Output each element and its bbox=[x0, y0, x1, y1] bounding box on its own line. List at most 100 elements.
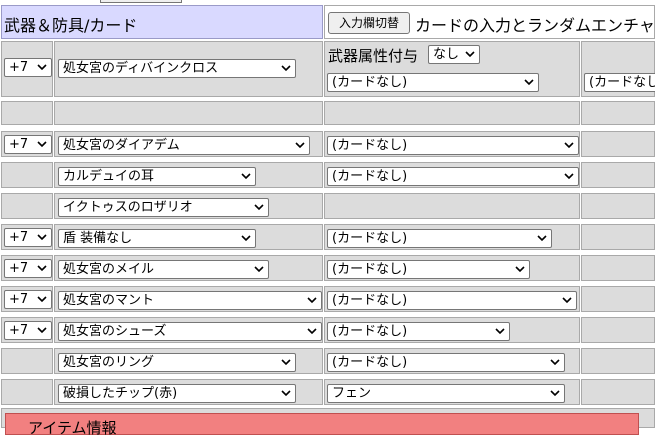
item-info-container: アイテム情報 bbox=[1, 408, 655, 437]
middle-headgear-card-select[interactable]: (カードなし) bbox=[327, 167, 579, 186]
empty-cell bbox=[1, 101, 53, 125]
empty-cell bbox=[581, 224, 655, 250]
garment-card-select[interactable]: (カードなし) bbox=[327, 291, 577, 310]
armor-refine-select[interactable]: +7 bbox=[4, 259, 52, 278]
weapon-card-cell: 武器属性付与 なし (カードなし) bbox=[324, 41, 580, 97]
headgear-refine-cell: +7 bbox=[1, 131, 53, 157]
empty-cell bbox=[581, 131, 655, 157]
middle-headgear-select[interactable]: カルデュイの耳 bbox=[58, 167, 256, 186]
garment-card-cell: (カードなし) bbox=[324, 286, 580, 312]
accessory1-card-select[interactable]: (カードなし) bbox=[327, 353, 565, 372]
section-title: 武器＆防具/カード bbox=[4, 16, 138, 35]
chevron-down-icon bbox=[465, 51, 475, 58]
headgear-name-cell: 処女宮のダイアデム bbox=[54, 131, 323, 157]
empty-cell bbox=[1, 379, 53, 405]
weapon-card1-select[interactable]: (カードなし) bbox=[327, 73, 539, 92]
headgear-refine-select[interactable]: +7 bbox=[4, 135, 52, 154]
garment-refine-cell: +7 bbox=[1, 286, 53, 312]
garment-refine-select[interactable]: +7 bbox=[4, 290, 52, 309]
chevron-down-icon bbox=[564, 173, 574, 180]
chevron-down-icon bbox=[550, 390, 560, 397]
chevron-down-icon bbox=[241, 173, 251, 180]
lower-headgear-select[interactable]: イクトゥスのロザリオ bbox=[58, 198, 269, 217]
shield-refine-cell: +7 bbox=[1, 224, 53, 250]
garment-select[interactable]: 処女宮のマント bbox=[58, 291, 322, 310]
armor-select[interactable]: 処女宮のメイル bbox=[58, 260, 269, 279]
chevron-down-icon bbox=[495, 328, 505, 335]
input-toggle-button[interactable]: 入力欄切替 bbox=[328, 12, 410, 34]
chevron-down-icon bbox=[295, 142, 305, 149]
garment-name-cell: 処女宮のマント bbox=[54, 286, 323, 312]
empty-cell bbox=[581, 101, 655, 125]
empty-cell bbox=[581, 317, 655, 343]
chevron-down-icon bbox=[37, 327, 47, 334]
footgear-name-cell: 処女宮のシューズ bbox=[54, 317, 323, 343]
weapon-refine-cell: +7 bbox=[1, 41, 53, 97]
chevron-down-icon bbox=[550, 359, 560, 366]
chevron-down-icon bbox=[37, 141, 47, 148]
headgear-card-select[interactable]: (カードなし) bbox=[327, 136, 579, 155]
section-header: 武器＆防具/カード bbox=[1, 5, 323, 39]
card-header-cell: 入力欄切替 カードの入力とランダムエンチャ bbox=[324, 5, 655, 39]
empty-cell bbox=[581, 348, 655, 374]
footgear-refine-cell: +7 bbox=[1, 317, 53, 343]
chevron-down-icon bbox=[515, 266, 525, 273]
chevron-down-icon bbox=[37, 64, 47, 71]
footgear-refine-select[interactable]: +7 bbox=[4, 321, 52, 340]
accessory1-card-cell: (カードなし) bbox=[324, 348, 580, 374]
accessory2-name-cell: 破損したチップ(赤) bbox=[54, 379, 323, 405]
armor-card-select[interactable]: (カードなし) bbox=[327, 260, 530, 279]
headgear-select[interactable]: 処女宮のダイアデム bbox=[58, 136, 310, 155]
accessory1-select[interactable]: 処女宮のリング bbox=[58, 353, 296, 372]
item-info-label: アイテム情報 bbox=[28, 419, 117, 437]
chevron-down-icon bbox=[307, 297, 317, 304]
shield-refine-select[interactable]: +7 bbox=[4, 228, 52, 247]
chevron-down-icon bbox=[564, 142, 574, 149]
chevron-down-icon bbox=[254, 266, 264, 273]
empty-cell bbox=[324, 193, 580, 219]
accessory2-card-select[interactable]: フェン bbox=[327, 384, 565, 403]
empty-cell bbox=[324, 101, 580, 125]
item-info-header[interactable]: アイテム情報 bbox=[5, 413, 639, 437]
accessory2-card-cell: フェン bbox=[324, 379, 580, 405]
headgear-card-cell: (カードなし) bbox=[324, 131, 580, 157]
empty-cell bbox=[1, 193, 53, 219]
shield-select[interactable]: 盾 装備なし bbox=[58, 229, 256, 248]
accessory2-select[interactable]: 破損したチップ(赤) bbox=[58, 384, 296, 403]
weapon-card2-cell: (カードなし bbox=[581, 41, 655, 97]
card-random-title: カードの入力とランダムエンチャ bbox=[415, 16, 655, 35]
middle-headgear-card-cell: (カードなし) bbox=[324, 162, 580, 188]
chevron-down-icon bbox=[37, 296, 47, 303]
footgear-card-select[interactable]: (カードなし) bbox=[327, 322, 510, 341]
empty-cell bbox=[581, 379, 655, 405]
chevron-down-icon bbox=[281, 390, 291, 397]
shield-name-cell: 盾 装備なし bbox=[54, 224, 323, 250]
chevron-down-icon bbox=[537, 235, 547, 242]
chevron-down-icon bbox=[307, 328, 317, 335]
empty-cell bbox=[54, 101, 323, 125]
weapon-card2-select[interactable]: (カードなし bbox=[584, 73, 655, 92]
top-partial-control bbox=[100, 0, 182, 3]
chevron-down-icon bbox=[281, 359, 291, 366]
weapon-refine-select[interactable]: +7 bbox=[4, 58, 52, 77]
accessory1-name-cell: 処女宮のリング bbox=[54, 348, 323, 374]
weapon-attribute-select[interactable]: なし bbox=[428, 45, 480, 64]
lower-headgear-name-cell: イクトゥスのロザリオ bbox=[54, 193, 323, 219]
chevron-down-icon bbox=[254, 204, 264, 211]
weapon-attribute-label: 武器属性付与 bbox=[328, 47, 419, 65]
weapon-select[interactable]: 処女宮のディバインクロス bbox=[58, 59, 296, 78]
armor-refine-cell: +7 bbox=[1, 255, 53, 281]
footgear-card-cell: (カードなし) bbox=[324, 317, 580, 343]
armor-name-cell: 処女宮のメイル bbox=[54, 255, 323, 281]
empty-cell bbox=[1, 162, 53, 188]
empty-cell bbox=[1, 348, 53, 374]
weapon-name-cell: 処女宮のディバインクロス bbox=[54, 41, 323, 97]
middle-headgear-name-cell: カルデュイの耳 bbox=[54, 162, 323, 188]
footgear-select[interactable]: 処女宮のシューズ bbox=[58, 322, 322, 341]
chevron-down-icon bbox=[37, 265, 47, 272]
empty-cell bbox=[581, 286, 655, 312]
chevron-down-icon bbox=[37, 234, 47, 241]
shield-card-select[interactable]: (カードなし) bbox=[327, 229, 552, 248]
armor-card-cell: (カードなし) bbox=[324, 255, 580, 281]
chevron-down-icon bbox=[281, 65, 291, 72]
